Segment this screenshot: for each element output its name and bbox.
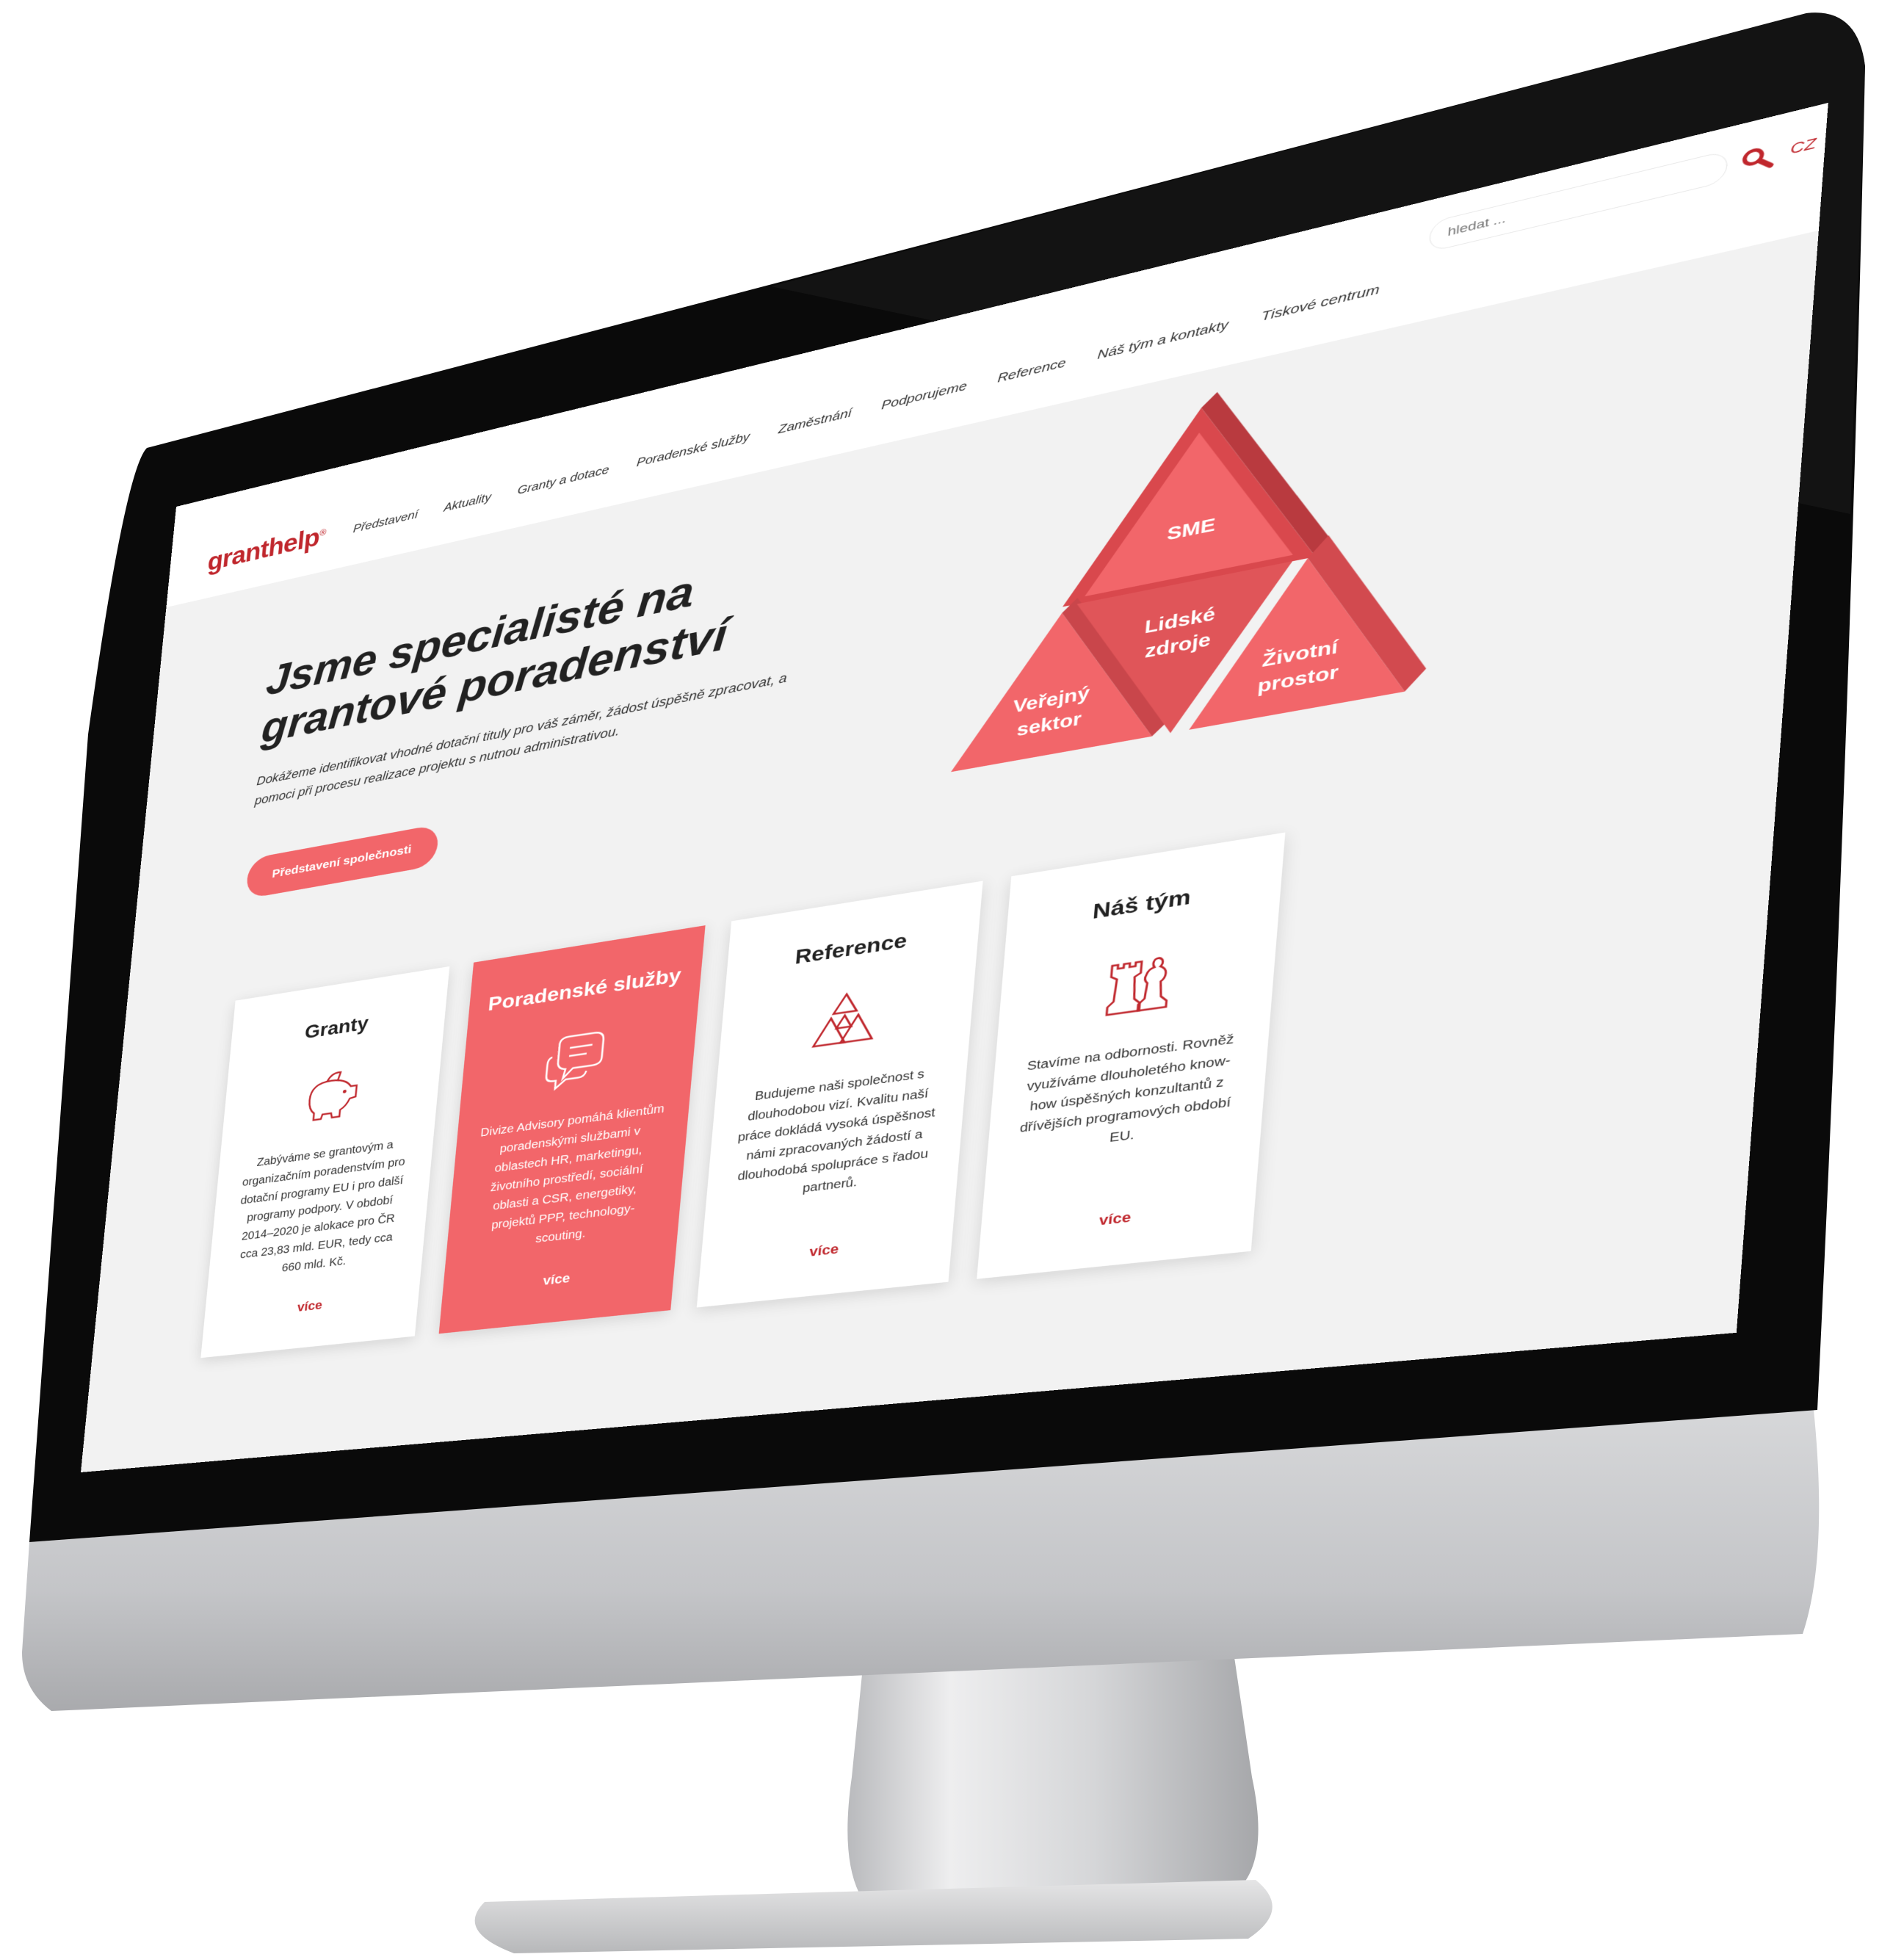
monitor-base <box>474 1880 1273 1953</box>
chat-bubbles-icon <box>540 1025 614 1093</box>
nav-tiskove-centrum[interactable]: Tiskové centrum <box>1261 282 1380 325</box>
chess-pieces-icon <box>1091 942 1179 1023</box>
card-text: Budujeme naši společnost s dlouhodobou v… <box>736 1067 936 1195</box>
card-reference[interactable]: Reference Budujeme naši společnost s dlo… <box>696 880 983 1308</box>
card-title: Poradenské služby <box>487 963 682 1016</box>
logo[interactable]: granthelp® <box>206 520 327 576</box>
search-button[interactable] <box>1737 140 1778 178</box>
card-title: Reference <box>794 928 908 969</box>
nav-aktuality[interactable]: Aktuality <box>444 491 492 515</box>
card-more-link[interactable]: více <box>700 1229 953 1272</box>
card-text: Stavíme na odbornosti. Rovněž využíváme … <box>1019 1032 1235 1146</box>
nav-nas-tym-a-kontakty[interactable]: Náš tým a kontakty <box>1097 317 1229 363</box>
magnifier-icon <box>1737 140 1778 178</box>
piggy-bank-icon <box>296 1062 365 1126</box>
card-text: Divize Advisory pomáhá klientům poradens… <box>479 1102 665 1246</box>
nav-podporujeme[interactable]: Podporujeme <box>881 379 968 413</box>
card-nas-tym[interactable]: Náš tým Stavíme na odbornosti. Rovněž vy… <box>977 832 1286 1279</box>
nav-predstaveni[interactable]: Představení <box>352 507 419 536</box>
monitor-stand <box>847 1652 1259 1913</box>
card-more-link[interactable]: více <box>204 1287 419 1325</box>
card-poradenske-sluzby[interactable]: Poradenské služby Divize Advisory pomáhá… <box>438 925 706 1334</box>
language-switch[interactable]: CZ <box>1789 134 1817 158</box>
card-more-link[interactable]: více <box>442 1259 676 1299</box>
nav-zamestnani[interactable]: Zaměstnání <box>778 406 853 438</box>
nav-granty-a-dotace[interactable]: Granty a dotace <box>517 463 609 498</box>
card-more-link[interactable]: více <box>980 1195 1256 1242</box>
card-text: Zabýváme se grantovým a organizačním por… <box>239 1138 406 1275</box>
nav-poradenske-sluzby[interactable]: Poradenské služby <box>636 430 750 470</box>
card-granty[interactable]: Granty Zabýváme se grantovým a organizač… <box>200 966 450 1359</box>
card-title: Náš tým <box>1091 884 1192 924</box>
card-title: Granty <box>303 1012 369 1043</box>
triangles-icon <box>804 985 884 1057</box>
company-intro-button[interactable]: Představení společnosti <box>245 823 440 900</box>
nav-reference[interactable]: Reference <box>997 355 1067 386</box>
